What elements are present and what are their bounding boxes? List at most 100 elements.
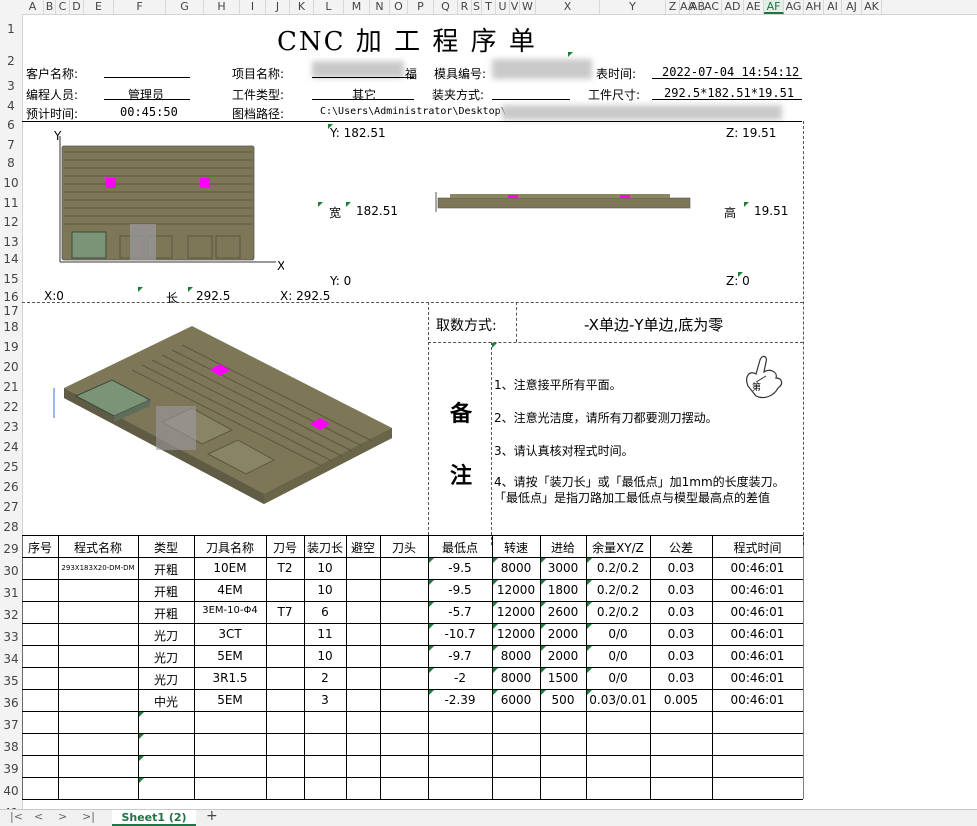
table-cell[interactable]: -5.7 — [428, 605, 492, 619]
table-cell[interactable]: 1500 — [540, 671, 586, 685]
column-header-ae[interactable]: AE — [744, 0, 764, 14]
table-cell[interactable]: 3CT — [194, 627, 266, 641]
row-header-38[interactable]: 38 — [0, 740, 22, 754]
column-header-p[interactable]: P — [408, 0, 434, 14]
row-header-4[interactable]: 4 — [0, 99, 22, 113]
table-cell[interactable]: 0.2/0.2 — [586, 605, 650, 619]
row-header-7[interactable]: 7 — [0, 138, 22, 152]
table-cell[interactable]: 0/0 — [586, 671, 650, 685]
table-cell[interactable]: 2000 — [540, 627, 586, 641]
column-header-x[interactable]: X — [536, 0, 600, 14]
table-cell[interactable]: 00:46:01 — [712, 627, 803, 641]
row-header-12[interactable]: 12 — [0, 215, 22, 229]
row-header-40[interactable]: 40 — [0, 784, 22, 798]
row-header-21[interactable]: 21 — [0, 380, 22, 394]
row-header-8[interactable]: 8 — [0, 156, 22, 170]
table-cell[interactable]: 开粗 — [138, 583, 194, 600]
table-cell[interactable]: 2000 — [540, 649, 586, 663]
table-cell[interactable]: 0.03/0.01 — [586, 693, 650, 707]
next-sheet-button[interactable]: > — [58, 810, 67, 823]
row-header-30[interactable]: 30 — [0, 564, 22, 578]
table-cell[interactable]: 8000 — [492, 671, 540, 685]
column-header-o[interactable]: O — [390, 0, 408, 14]
row-header-24[interactable]: 24 — [0, 440, 22, 454]
row-header-10[interactable]: 10 — [0, 176, 22, 190]
column-header-ag[interactable]: AG — [784, 0, 804, 14]
table-cell[interactable]: 0.005 — [650, 693, 712, 707]
table-cell[interactable]: 中光 — [138, 693, 194, 710]
row-header-17[interactable]: 17 — [0, 304, 22, 318]
table-cell[interactable]: -2.39 — [428, 693, 492, 707]
table-cell[interactable]: -9.7 — [428, 649, 492, 663]
first-sheet-button[interactable]: |< — [10, 810, 23, 823]
row-header-1[interactable]: 1 — [0, 22, 22, 36]
table-cell[interactable]: 00:46:01 — [712, 693, 803, 707]
table-cell[interactable]: -9.5 — [428, 583, 492, 597]
column-header-h[interactable]: H — [204, 0, 240, 14]
table-cell[interactable]: 12000 — [492, 583, 540, 597]
table-cell[interactable]: 0.2/0.2 — [586, 561, 650, 575]
row-header-36[interactable]: 36 — [0, 696, 22, 710]
row-header-22[interactable]: 22 — [0, 400, 22, 414]
table-cell[interactable]: -10.7 — [428, 627, 492, 641]
row-header-31[interactable]: 31 — [0, 586, 22, 600]
column-header-v[interactable]: V — [510, 0, 520, 14]
table-cell[interactable]: 10 — [304, 649, 346, 663]
row-header-35[interactable]: 35 — [0, 674, 22, 688]
column-header-u[interactable]: U — [496, 0, 510, 14]
table-cell[interactable]: 00:46:01 — [712, 561, 803, 575]
column-header-k[interactable]: K — [290, 0, 314, 14]
table-cell[interactable]: 10EM — [194, 561, 266, 575]
table-cell[interactable]: 0.03 — [650, 561, 712, 575]
clamp-field[interactable] — [492, 99, 570, 100]
column-header-aj[interactable]: AJ — [842, 0, 862, 14]
row-header-18[interactable]: 18 — [0, 320, 22, 334]
column-header-ac[interactable]: AC — [702, 0, 722, 14]
row-header-34[interactable]: 34 — [0, 652, 22, 666]
table-cell[interactable]: 2 — [304, 671, 346, 685]
table-cell[interactable]: 开粗 — [138, 561, 194, 578]
row-header-3[interactable]: 3 — [0, 79, 22, 93]
table-cell[interactable]: 00:46:01 — [712, 671, 803, 685]
table-cell[interactable]: 0/0 — [586, 627, 650, 641]
table-cell[interactable]: 0.2/0.2 — [586, 583, 650, 597]
table-cell[interactable]: 12000 — [492, 627, 540, 641]
table-cell[interactable]: 10 — [304, 561, 346, 575]
table-cell[interactable]: 500 — [540, 693, 586, 707]
table-cell[interactable]: 293X183X20-DM-DM — [58, 564, 138, 572]
sheet-tab-active[interactable]: Sheet1 (2) — [112, 810, 196, 826]
column-header-ah[interactable]: AH — [804, 0, 824, 14]
column-header-ad[interactable]: AD — [722, 0, 744, 14]
row-header-16[interactable]: 16 — [0, 290, 22, 304]
row-header-14[interactable]: 14 — [0, 252, 22, 266]
worksheet[interactable]: CNC 加 工 程 序 单 客户名称: 项目名称: 福 模具编号: 表时间: 2… — [22, 14, 977, 809]
column-header-i[interactable]: I — [240, 0, 266, 14]
row-header-2[interactable]: 2 — [0, 54, 22, 68]
row-header-39[interactable]: 39 — [0, 762, 22, 776]
table-cell[interactable]: 0.03 — [650, 649, 712, 663]
row-header-32[interactable]: 32 — [0, 608, 22, 622]
column-header-g[interactable]: G — [166, 0, 204, 14]
column-header-q[interactable]: Q — [434, 0, 458, 14]
row-header-26[interactable]: 26 — [0, 480, 22, 494]
table-cell[interactable]: 光刀 — [138, 649, 194, 666]
table-cell[interactable]: 12000 — [492, 605, 540, 619]
table-cell[interactable]: T7 — [266, 605, 304, 619]
row-header-15[interactable]: 15 — [0, 272, 22, 286]
column-header-y[interactable]: Y — [600, 0, 666, 14]
column-header-ak[interactable]: AK — [862, 0, 882, 14]
column-header-w[interactable]: W — [520, 0, 536, 14]
column-header-af[interactable]: AF — [764, 0, 784, 14]
table-cell[interactable]: 11 — [304, 627, 346, 641]
row-header-27[interactable]: 27 — [0, 500, 22, 514]
customer-field[interactable] — [104, 77, 190, 78]
column-header-ai[interactable]: AI — [824, 0, 842, 14]
table-cell[interactable]: 5EM — [194, 649, 266, 663]
column-header-z[interactable]: Z — [666, 0, 680, 14]
add-sheet-button[interactable]: + — [206, 808, 218, 824]
column-header-r[interactable]: R — [458, 0, 472, 14]
row-header-19[interactable]: 19 — [0, 340, 22, 354]
row-header-28[interactable]: 28 — [0, 520, 22, 534]
table-cell[interactable]: 3EM-10-Φ4 — [194, 605, 266, 616]
prev-sheet-button[interactable]: < — [34, 810, 43, 823]
